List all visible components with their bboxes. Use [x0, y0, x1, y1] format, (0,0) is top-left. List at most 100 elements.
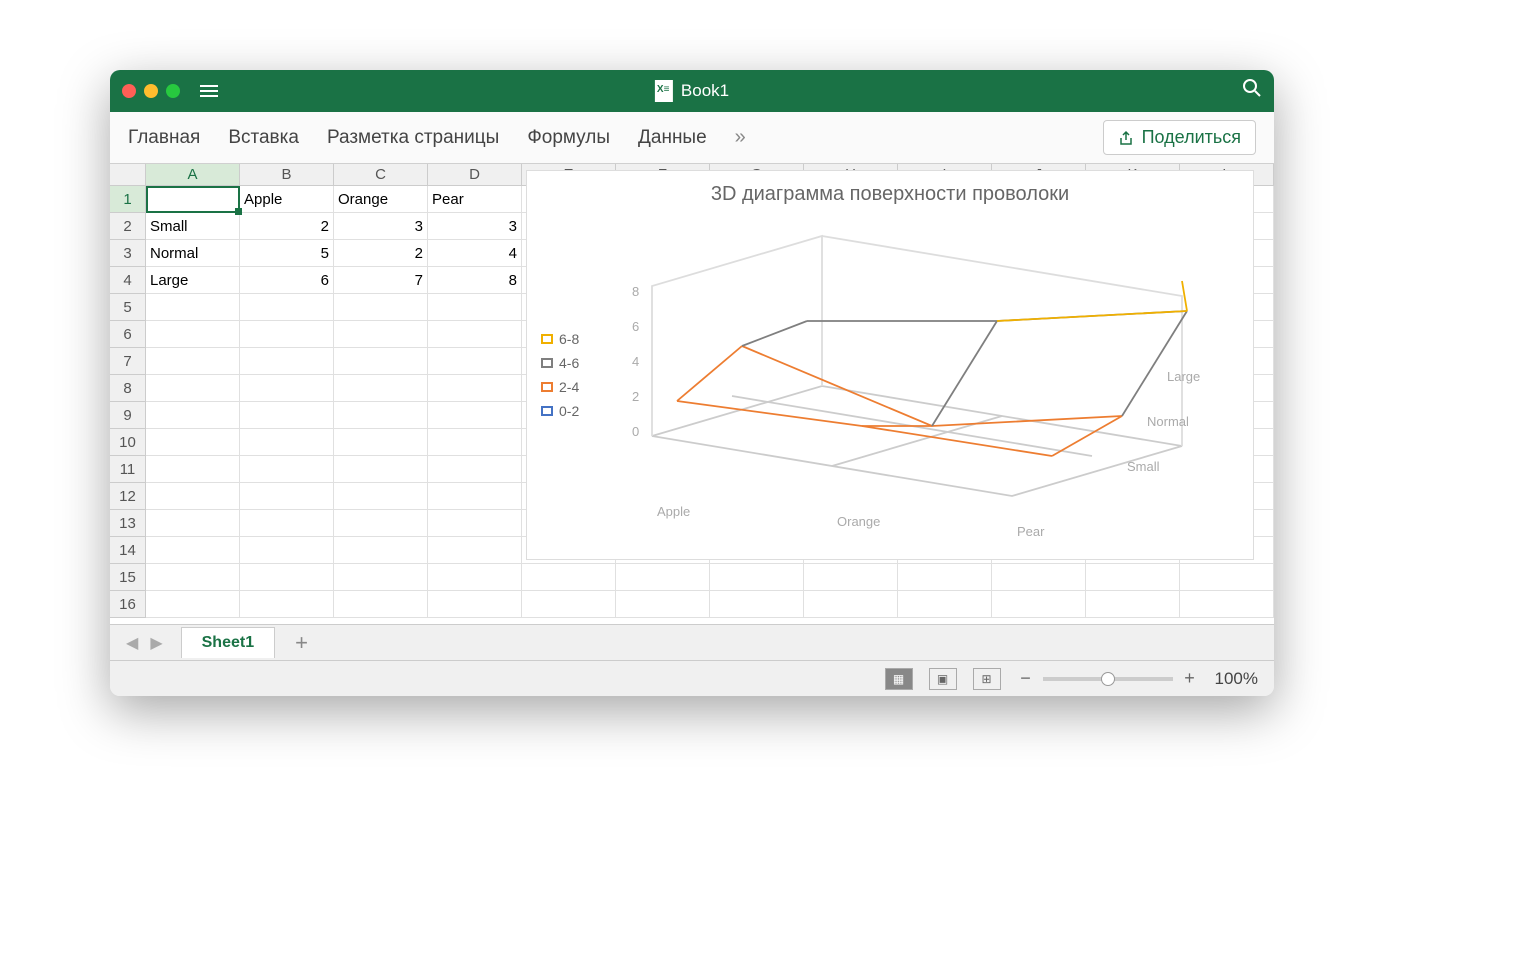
cell-B13[interactable] — [240, 510, 334, 537]
cell-C6[interactable] — [334, 321, 428, 348]
cell-C11[interactable] — [334, 456, 428, 483]
cell-C3[interactable]: 2 — [334, 240, 428, 267]
cell-A12[interactable] — [146, 483, 240, 510]
row-header[interactable]: 14 — [110, 537, 146, 564]
cell-J15[interactable] — [992, 564, 1086, 591]
cell-A8[interactable] — [146, 375, 240, 402]
cell-H16[interactable] — [804, 591, 898, 618]
cell-D11[interactable] — [428, 456, 522, 483]
more-tabs-button[interactable]: » — [735, 126, 746, 149]
view-page-layout-button[interactable]: ▣ — [929, 668, 957, 690]
cell-D8[interactable] — [428, 375, 522, 402]
cell-A15[interactable] — [146, 564, 240, 591]
cell-A1[interactable] — [146, 186, 240, 213]
sheet-nav-prev[interactable]: ◀ — [120, 633, 144, 653]
quick-access-menu[interactable] — [200, 85, 218, 97]
spreadsheet-grid[interactable]: A B C D E F G H I J K L 1AppleOrangePear… — [110, 164, 1274, 624]
row-header[interactable]: 6 — [110, 321, 146, 348]
sheet-nav-next[interactable]: ▶ — [144, 633, 168, 653]
cell-B9[interactable] — [240, 402, 334, 429]
row-header[interactable]: 13 — [110, 510, 146, 537]
cell-C13[interactable] — [334, 510, 428, 537]
cell-A13[interactable] — [146, 510, 240, 537]
cell-D3[interactable]: 4 — [428, 240, 522, 267]
cell-B4[interactable]: 6 — [240, 267, 334, 294]
cell-A6[interactable] — [146, 321, 240, 348]
cell-A9[interactable] — [146, 402, 240, 429]
maximize-button[interactable] — [166, 84, 180, 98]
cell-B6[interactable] — [240, 321, 334, 348]
cell-D13[interactable] — [428, 510, 522, 537]
cell-C14[interactable] — [334, 537, 428, 564]
zoom-slider[interactable] — [1043, 677, 1173, 681]
row-header[interactable]: 2 — [110, 213, 146, 240]
cell-I16[interactable] — [898, 591, 992, 618]
cell-A10[interactable] — [146, 429, 240, 456]
row-header[interactable]: 4 — [110, 267, 146, 294]
cell-D1[interactable]: Pear — [428, 186, 522, 213]
cell-D7[interactable] — [428, 348, 522, 375]
cell-C15[interactable] — [334, 564, 428, 591]
tab-insert[interactable]: Вставка — [228, 127, 299, 149]
cell-B12[interactable] — [240, 483, 334, 510]
cell-C8[interactable] — [334, 375, 428, 402]
cell-C5[interactable] — [334, 294, 428, 321]
cell-C12[interactable] — [334, 483, 428, 510]
col-header[interactable]: B — [240, 164, 334, 186]
cell-K15[interactable] — [1086, 564, 1180, 591]
row-header[interactable]: 9 — [110, 402, 146, 429]
cell-D4[interactable]: 8 — [428, 267, 522, 294]
tab-home[interactable]: Главная — [128, 127, 200, 149]
tab-page-layout[interactable]: Разметка страницы — [327, 127, 499, 149]
tab-formulas[interactable]: Формулы — [527, 127, 610, 149]
cell-B8[interactable] — [240, 375, 334, 402]
cell-C16[interactable] — [334, 591, 428, 618]
row-header[interactable]: 16 — [110, 591, 146, 618]
cell-A7[interactable] — [146, 348, 240, 375]
cell-B3[interactable]: 5 — [240, 240, 334, 267]
search-icon[interactable] — [1242, 78, 1262, 104]
cell-A2[interactable]: Small — [146, 213, 240, 240]
share-button[interactable]: Поделиться — [1103, 120, 1256, 155]
cell-J16[interactable] — [992, 591, 1086, 618]
view-page-break-button[interactable]: ⊞ — [973, 668, 1001, 690]
row-header[interactable]: 5 — [110, 294, 146, 321]
cell-D16[interactable] — [428, 591, 522, 618]
cell-A14[interactable] — [146, 537, 240, 564]
row-header[interactable]: 3 — [110, 240, 146, 267]
cell-D5[interactable] — [428, 294, 522, 321]
cell-H15[interactable] — [804, 564, 898, 591]
cell-D14[interactable] — [428, 537, 522, 564]
zoom-out-button[interactable]: − — [1017, 668, 1035, 689]
cell-A3[interactable]: Normal — [146, 240, 240, 267]
cell-D15[interactable] — [428, 564, 522, 591]
cell-A4[interactable]: Large — [146, 267, 240, 294]
cell-D9[interactable] — [428, 402, 522, 429]
cell-B5[interactable] — [240, 294, 334, 321]
cell-G15[interactable] — [710, 564, 804, 591]
row-header[interactable]: 15 — [110, 564, 146, 591]
cell-E15[interactable] — [522, 564, 616, 591]
cell-A11[interactable] — [146, 456, 240, 483]
cell-B1[interactable]: Apple — [240, 186, 334, 213]
cell-D12[interactable] — [428, 483, 522, 510]
cell-A5[interactable] — [146, 294, 240, 321]
col-header[interactable]: C — [334, 164, 428, 186]
cell-B7[interactable] — [240, 348, 334, 375]
cell-E16[interactable] — [522, 591, 616, 618]
cell-D2[interactable]: 3 — [428, 213, 522, 240]
cell-B15[interactable] — [240, 564, 334, 591]
cell-K16[interactable] — [1086, 591, 1180, 618]
cell-D10[interactable] — [428, 429, 522, 456]
cell-B14[interactable] — [240, 537, 334, 564]
view-normal-button[interactable]: ▦ — [885, 668, 913, 690]
cell-C2[interactable]: 3 — [334, 213, 428, 240]
cell-D6[interactable] — [428, 321, 522, 348]
cell-G16[interactable] — [710, 591, 804, 618]
zoom-in-button[interactable]: + — [1181, 668, 1199, 689]
cell-B10[interactable] — [240, 429, 334, 456]
row-header[interactable]: 12 — [110, 483, 146, 510]
row-header[interactable]: 8 — [110, 375, 146, 402]
close-button[interactable] — [122, 84, 136, 98]
zoom-percent[interactable]: 100% — [1215, 669, 1258, 689]
